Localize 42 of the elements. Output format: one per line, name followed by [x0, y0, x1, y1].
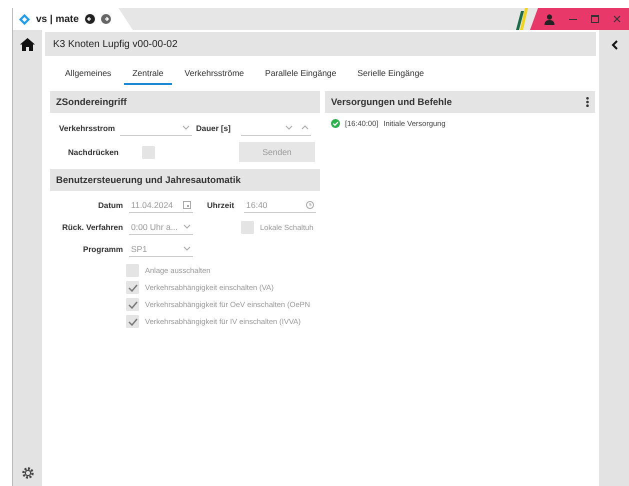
chevron-down-icon[interactable]	[284, 125, 293, 130]
checkbox[interactable]	[126, 298, 139, 311]
tab[interactable]: Verkehrsströme	[176, 68, 252, 85]
checkbox[interactable]	[241, 220, 254, 234]
field-label: Programm	[82, 244, 123, 254]
chevron-up-icon[interactable]	[300, 125, 309, 130]
home-icon[interactable]	[20, 38, 35, 51]
field-label: Uhrzeit	[207, 200, 234, 210]
tab[interactable]: Allgemeines	[57, 68, 120, 85]
app-tab[interactable]: vs | mate	[13, 8, 133, 30]
maximize-icon[interactable]	[591, 15, 599, 23]
chevron-left-icon[interactable]	[610, 40, 618, 50]
checkbox[interactable]	[142, 146, 155, 158]
field-label: Datum	[97, 200, 123, 210]
back-icon[interactable]	[84, 14, 95, 24]
field-label: Dauer [s]	[196, 124, 231, 132]
clock-icon[interactable]	[306, 200, 314, 208]
tab[interactable]: Zentrale	[124, 68, 172, 85]
app-title: vs | mate	[36, 14, 79, 24]
chevron-down-icon	[183, 224, 191, 229]
close-icon[interactable]	[613, 15, 621, 23]
section-header: ZSondereingriff	[50, 91, 320, 113]
forward-icon[interactable]	[100, 14, 111, 24]
tab[interactable]: Parallele Eingänge	[257, 68, 344, 85]
calendar-icon[interactable]	[183, 200, 191, 208]
stripes-logo-icon	[516, 8, 530, 30]
tab[interactable]: Serielle Eingänge	[349, 68, 432, 85]
diamond-logo-icon	[19, 14, 30, 24]
settings-icon[interactable]	[20, 466, 34, 480]
field-label: Verkehrsstrom	[58, 124, 114, 132]
section-header: Benutzersteuerung und Jahresautomatik	[50, 169, 320, 191]
more-options-icon[interactable]	[586, 97, 589, 107]
section-title: Versorgungen und Befehle	[331, 96, 452, 108]
chevron-down-icon	[182, 125, 190, 130]
node-title-bar: K3 Knoten Lupfig v00-00-02	[45, 32, 596, 56]
field-label: Nachdrücken	[67, 148, 120, 156]
user-icon[interactable]	[544, 14, 555, 24]
field-label: Rück. Verfahren	[61, 222, 123, 232]
checkbox[interactable]	[126, 264, 139, 277]
checkbox[interactable]	[126, 315, 139, 328]
checkbox[interactable]	[126, 281, 139, 294]
chevron-down-icon	[183, 246, 191, 251]
